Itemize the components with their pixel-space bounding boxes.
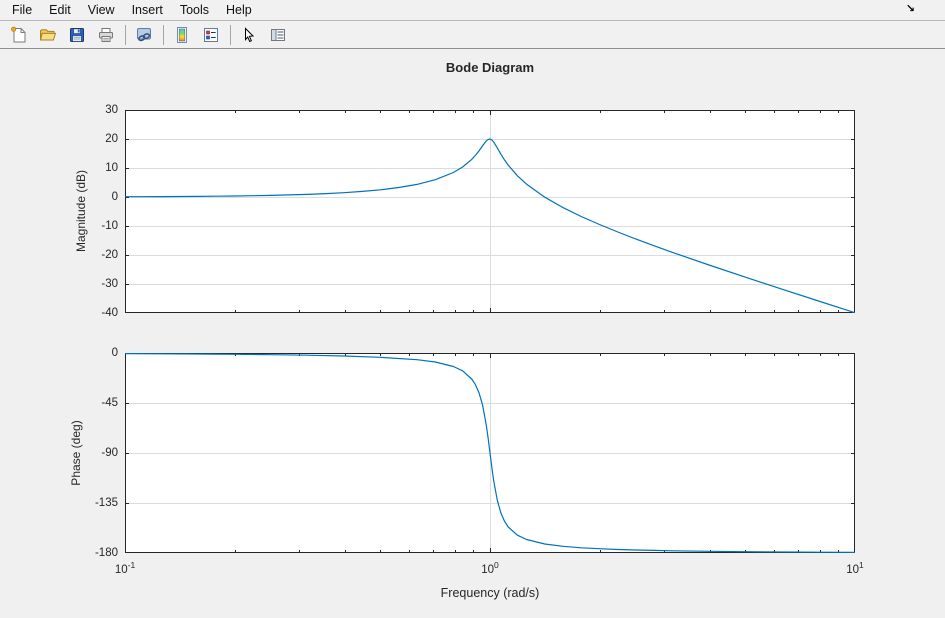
figure-canvas: Bode Diagram Magnitude (dB) Phase (deg) … xyxy=(0,49,945,618)
toolbar-separator xyxy=(125,25,126,45)
plot-title: Bode Diagram xyxy=(125,60,855,75)
phase-y-tick-label: -180 xyxy=(74,547,118,559)
save-figure-button[interactable] xyxy=(65,23,89,47)
cursor-arrow-icon xyxy=(240,26,258,44)
property-editor-icon xyxy=(269,26,287,44)
figure-toolbar xyxy=(0,21,945,49)
open-file-button[interactable] xyxy=(36,23,60,47)
print-icon xyxy=(97,26,115,44)
magnitude-y-tick-label: -20 xyxy=(74,249,118,261)
phase-plot-area[interactable] xyxy=(125,353,855,553)
menu-insert[interactable]: Insert xyxy=(128,2,167,18)
magnitude-y-tick-label: -30 xyxy=(74,278,118,290)
open-folder-icon xyxy=(39,26,57,44)
magnitude-plot-area[interactable] xyxy=(125,110,855,313)
magnitude-y-tick-label: 10 xyxy=(74,162,118,174)
property-editor-button[interactable] xyxy=(266,23,290,47)
new-figure-button[interactable] xyxy=(7,23,31,47)
phase-y-tick-label: -135 xyxy=(74,497,118,509)
magnitude-curve-svg xyxy=(125,110,855,313)
insert-colorbar-button[interactable] xyxy=(170,23,194,47)
menu-file[interactable]: File xyxy=(8,2,36,18)
menubar: File Edit View Insert Tools Help ↘ xyxy=(0,0,945,21)
frequency-tick-label: 10-1 xyxy=(115,560,135,576)
magnitude-y-tick-label: -40 xyxy=(74,307,118,319)
print-figure-button[interactable] xyxy=(94,23,118,47)
menu-help[interactable]: Help xyxy=(222,2,256,18)
edit-plot-button[interactable] xyxy=(237,23,261,47)
colorbar-icon xyxy=(173,26,191,44)
magnitude-y-tick-label: -10 xyxy=(74,220,118,232)
link-plot-icon xyxy=(135,26,153,44)
new-document-icon xyxy=(10,26,28,44)
phase-y-tick-label: -90 xyxy=(74,447,118,459)
phase-curve-svg xyxy=(125,353,855,553)
menu-tools[interactable]: Tools xyxy=(176,2,213,18)
save-icon xyxy=(68,26,86,44)
legend-icon xyxy=(202,26,220,44)
menu-edit[interactable]: Edit xyxy=(45,2,75,18)
magnitude-y-tick-label: 30 xyxy=(74,104,118,116)
menu-view[interactable]: View xyxy=(84,2,119,18)
frequency-axis-label: Frequency (rad/s) xyxy=(125,586,855,600)
insert-legend-button[interactable] xyxy=(199,23,223,47)
magnitude-y-tick-label: 20 xyxy=(74,133,118,145)
phase-y-tick-label: -45 xyxy=(74,397,118,409)
frequency-tick-label: 101 xyxy=(846,560,864,576)
frequency-tick-label: 100 xyxy=(481,560,499,576)
dock-figure-icon[interactable]: ↘ xyxy=(906,1,915,17)
toolbar-separator xyxy=(163,25,164,45)
link-plot-button[interactable] xyxy=(132,23,156,47)
toolbar-separator xyxy=(230,25,231,45)
magnitude-y-tick-label: 0 xyxy=(74,191,118,203)
magnitude-axis-label: Magnitude (dB) xyxy=(74,170,88,252)
phase-y-tick-label: 0 xyxy=(74,347,118,359)
